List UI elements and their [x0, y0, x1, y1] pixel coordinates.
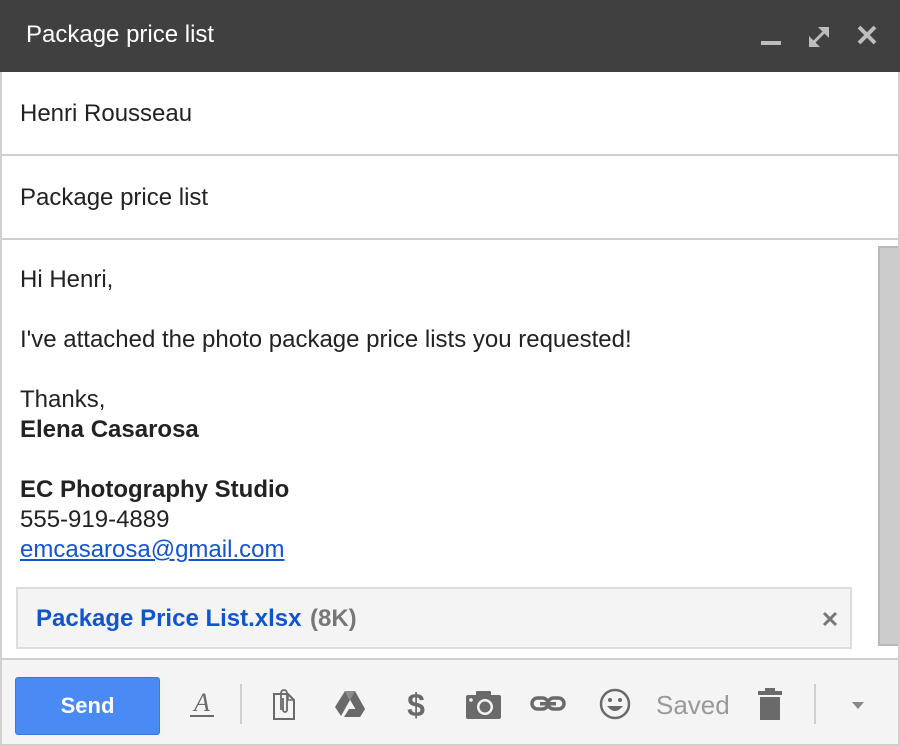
expand-icon	[809, 27, 829, 47]
attachment-name[interactable]: Package Price List.xlsx	[36, 605, 302, 633]
greeting-line: Hi Henri,	[20, 266, 114, 293]
trash-icon	[758, 688, 782, 720]
emoji-icon	[599, 688, 631, 720]
compose-toolbar: Send A $ Saved	[2, 658, 898, 744]
send-money-button[interactable]: $	[398, 686, 434, 723]
compose-titlebar[interactable]: Package price list	[0, 0, 900, 72]
close-button[interactable]	[852, 22, 882, 50]
compose-title: Package price list	[26, 21, 215, 48]
signature-email-link[interactable]: emcasarosa@gmail.com	[20, 536, 284, 563]
attach-files-button[interactable]	[266, 686, 302, 722]
maximize-button[interactable]	[804, 22, 834, 50]
recipient-chip[interactable]: Henri Rousseau	[20, 99, 192, 129]
toolbar-divider	[814, 684, 816, 724]
attach-file-icon	[273, 689, 295, 720]
send-button[interactable]: Send	[15, 677, 160, 735]
subject-value[interactable]: Package price list	[20, 183, 208, 213]
insert-emoji-button[interactable]	[597, 686, 633, 722]
save-status: Saved	[656, 690, 730, 720]
signature-name: Elena Casarosa	[20, 416, 199, 443]
text-format-icon: A	[190, 688, 214, 717]
minimize-icon	[761, 41, 781, 45]
dropdown-arrow-icon	[852, 702, 864, 709]
camera-icon	[466, 691, 501, 719]
close-icon	[857, 25, 877, 45]
close-icon	[822, 611, 838, 627]
attachment-size: (8K)	[310, 605, 357, 632]
subject-field[interactable]: Package price list	[2, 156, 898, 240]
body-scrollbar[interactable]	[878, 246, 898, 646]
remove-attachment-button[interactable]	[820, 609, 840, 629]
closing-line: Thanks,	[20, 386, 106, 413]
message-body[interactable]: Hi Henri, I've attached the photo packag…	[2, 242, 878, 658]
minimize-button[interactable]	[756, 22, 786, 50]
svg-text:$: $	[407, 687, 425, 722]
message-line: I've attached the photo package price li…	[20, 326, 632, 353]
signature-company: EC Photography Studio	[20, 476, 290, 503]
svg-text:A: A	[192, 688, 210, 717]
toolbar-divider	[240, 684, 242, 724]
compose-window: Package price list Henri Rousseau Packag…	[0, 0, 900, 746]
formatting-options-button[interactable]: A	[184, 686, 220, 722]
dollar-icon: $	[407, 687, 425, 723]
insert-from-drive-button[interactable]	[332, 686, 368, 722]
insert-link-button[interactable]	[530, 686, 566, 722]
link-icon	[530, 696, 566, 711]
more-options-button[interactable]	[840, 686, 876, 722]
to-field[interactable]: Henri Rousseau	[2, 72, 898, 156]
google-drive-icon	[335, 691, 365, 717]
discard-draft-button[interactable]	[752, 686, 788, 722]
attachment-chip: Package Price List.xlsx (8K)	[16, 587, 852, 649]
signature-phone: 555-919-4889	[20, 506, 170, 533]
insert-photo-button[interactable]	[465, 686, 501, 722]
